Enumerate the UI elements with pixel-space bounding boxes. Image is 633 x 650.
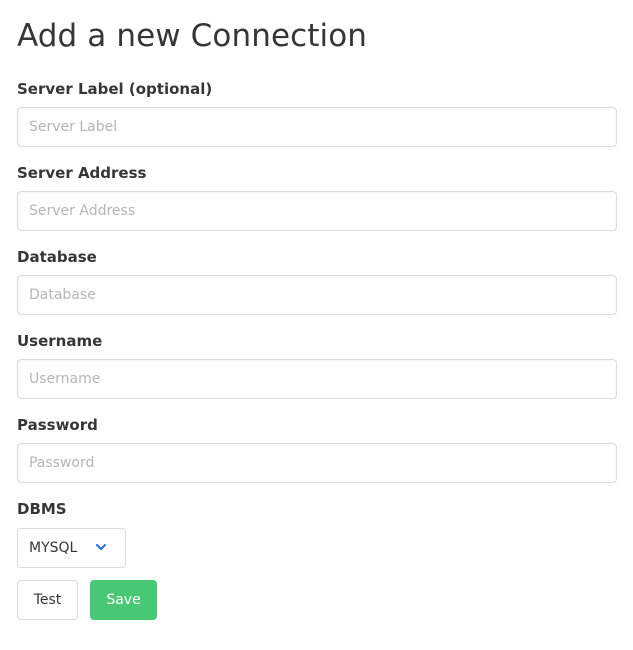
save-button[interactable]: Save [90,580,157,620]
test-button[interactable]: Test [17,580,78,620]
database-label: Database [17,248,97,266]
dbms-select[interactable]: MYSQL [17,528,126,568]
username-field: Username [17,331,617,399]
server-address-field: Server Address [17,163,617,231]
server-label-field: Server Label (optional) [17,79,617,147]
password-field: Password [17,415,617,483]
username-input[interactable] [17,359,617,399]
password-input[interactable] [17,443,617,483]
connection-form-page: Add a new Connection Server Label (optio… [0,0,633,650]
server-label-label: Server Label (optional) [17,80,213,98]
chevron-down-icon [95,543,107,551]
username-label: Username [17,332,103,350]
server-address-label: Server Address [17,164,147,182]
server-address-input[interactable] [17,191,617,231]
server-label-input[interactable] [17,107,617,147]
password-label: Password [17,416,98,434]
dbms-field: DBMS [17,499,617,519]
database-input[interactable] [17,275,617,315]
dbms-label: DBMS [17,500,67,518]
dbms-selected-value: MYSQL [29,540,78,556]
page-title: Add a new Connection [17,18,368,54]
database-field: Database [17,247,617,315]
